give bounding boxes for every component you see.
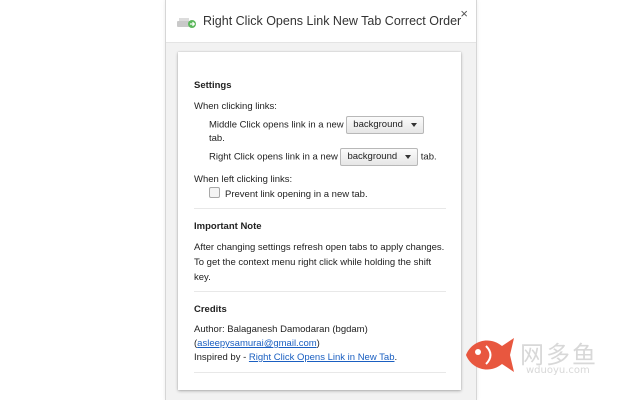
options-card: Settings When clicking links: Middle Cli… xyxy=(178,52,461,390)
settings-heading: Settings xyxy=(194,80,232,91)
middle-click-label: Middle Click opens link in a new xyxy=(209,119,344,131)
watermark-url: wduoyu.com xyxy=(526,365,590,376)
right-click-label: Right Click opens link in a new xyxy=(209,151,338,163)
chevron-down-icon xyxy=(405,155,412,159)
chevron-down-icon xyxy=(410,123,417,127)
email-line: (asleepysamurai@gmail.com) xyxy=(194,337,320,351)
inspired-by-link[interactable]: Right Click Opens Link in New Tab xyxy=(249,352,395,363)
left-clicking-label: When left clicking links: xyxy=(194,174,293,185)
clicking-links-label: When clicking links: xyxy=(194,101,277,112)
important-note-section: Important Note xyxy=(194,220,446,234)
prevent-new-tab-label: Prevent link opening in a new tab. xyxy=(225,189,368,200)
note-line-3: key. xyxy=(194,272,211,283)
middle-click-select-value: background xyxy=(353,119,403,130)
author-email-link[interactable]: asleepysamurai@gmail.com xyxy=(197,338,316,349)
dialog-header: Right Click Opens Link New Tab Correct O… xyxy=(166,0,476,43)
right-click-row: Right Click opens link in a new backgrou… xyxy=(209,148,437,166)
email-close-paren: ) xyxy=(316,338,320,349)
middle-click-suffix: tab. xyxy=(209,133,225,144)
divider xyxy=(194,208,446,209)
middle-click-select[interactable]: background xyxy=(346,116,424,134)
important-note-heading: Important Note xyxy=(194,221,262,232)
dialog-title: Right Click Opens Link New Tab Correct O… xyxy=(203,14,462,28)
middle-click-row: Middle Click opens link in a new backgro… xyxy=(209,116,424,134)
right-click-select-value: background xyxy=(347,151,398,162)
inspired-line: Inspired by - Right Click Opens Link in … xyxy=(194,351,397,365)
close-icon[interactable]: × xyxy=(460,6,468,22)
divider xyxy=(194,372,446,373)
watermark: 网多鱼 wduoyu.com xyxy=(462,332,640,380)
settings-section: Settings xyxy=(194,79,446,93)
inspired-suffix: . xyxy=(394,352,398,363)
credits-heading: Credits xyxy=(194,304,227,315)
inspired-prefix: Inspired by - xyxy=(194,352,249,363)
divider xyxy=(194,291,446,292)
note-line-1: After changing settings refresh open tab… xyxy=(194,242,445,253)
green-tab-arrow-icon xyxy=(176,14,198,30)
right-click-select[interactable]: background xyxy=(340,148,419,166)
prevent-new-tab-checkbox[interactable] xyxy=(209,187,220,198)
credits-section: Credits xyxy=(194,303,446,317)
right-click-suffix: tab. xyxy=(420,151,437,163)
note-line-2: To get the context menu right click whil… xyxy=(194,257,432,268)
author-line: Author: Balaganesh Damodaran (bgdam) xyxy=(194,324,368,335)
prevent-new-tab-row[interactable]: Prevent link opening in a new tab. xyxy=(209,187,368,202)
fish-logo-icon xyxy=(462,332,518,383)
